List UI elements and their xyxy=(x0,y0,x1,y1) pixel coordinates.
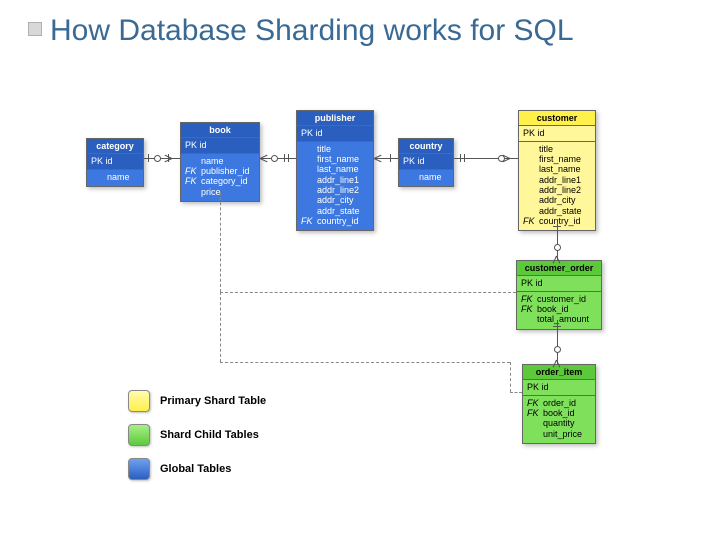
connector-dashed xyxy=(510,362,511,392)
entity-customer: customer PK id title first_name last_nam… xyxy=(518,110,596,231)
entity-title: publisher xyxy=(297,111,373,126)
entity-book: book PK id name FKpublisher_id FKcategor… xyxy=(180,122,260,202)
rel-zero xyxy=(554,346,561,353)
entity-title: book xyxy=(181,123,259,138)
entity-order-item: order_item PK id FKorder_id FKbook_id qu… xyxy=(522,364,596,444)
er-diagram: category PK id name book PK id name FKpu… xyxy=(28,110,700,530)
rel-one xyxy=(553,226,561,227)
connector xyxy=(557,222,558,260)
entity-category: category PK id name xyxy=(86,138,144,187)
connector-dashed xyxy=(220,292,221,362)
legend-item-child: Shard Child Tables xyxy=(128,424,266,446)
rel-one xyxy=(284,154,285,162)
rel-zero xyxy=(554,244,561,251)
legend-item-primary: Primary Shard Table xyxy=(128,390,266,412)
rel-one xyxy=(553,326,561,327)
rel-one xyxy=(168,154,169,162)
legend: Primary Shard Table Shard Child Tables G… xyxy=(128,390,266,492)
rel-one xyxy=(288,154,289,162)
entity-publisher: publisher PK id title first_name last_na… xyxy=(296,110,374,231)
rel-one xyxy=(390,154,391,162)
connector xyxy=(260,158,296,159)
connector-dashed xyxy=(220,292,516,293)
connector xyxy=(144,158,180,159)
legend-item-global: Global Tables xyxy=(128,458,266,480)
rel-zero xyxy=(154,155,161,162)
connector-dashed xyxy=(510,392,522,393)
connector-dashed xyxy=(220,362,510,363)
entity-title: category xyxy=(87,139,143,154)
rel-zero xyxy=(271,155,278,162)
rel-one xyxy=(464,154,465,162)
entity-title: country xyxy=(399,139,453,154)
page-title: How Database Sharding works for SQL xyxy=(0,0,728,49)
swatch-yellow xyxy=(128,390,150,412)
rel-one xyxy=(148,154,149,162)
rel-one xyxy=(460,154,461,162)
bullet-square xyxy=(28,22,42,36)
connector-dashed xyxy=(220,192,221,292)
entity-title: customer xyxy=(519,111,595,126)
swatch-green xyxy=(128,424,150,446)
entity-customer-order: customer_order PK id FKcustomer_id FKboo… xyxy=(516,260,602,330)
entity-country: country PK id name xyxy=(398,138,454,187)
swatch-blue xyxy=(128,458,150,480)
